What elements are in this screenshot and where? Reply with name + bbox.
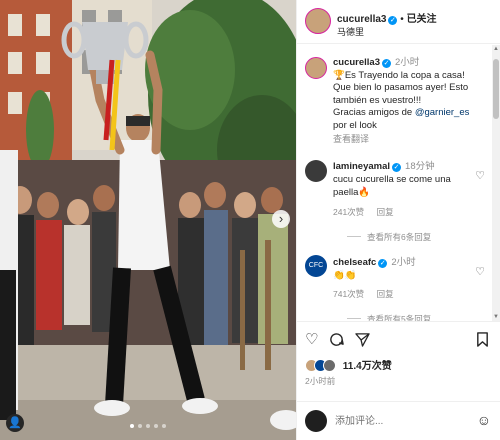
caption-username[interactable]: cucurella3 <box>333 57 380 68</box>
scroll-up-arrow-icon[interactable]: ▲ <box>492 45 500 53</box>
comment-like-heart-icon[interactable]: ♡ <box>475 265 485 278</box>
view-replies-link[interactable]: 查看所有5条回复 <box>347 313 431 321</box>
mention-link[interactable]: @garnier_es <box>415 107 470 118</box>
post-caption: cucurella3 ✓ 2小时 🏆Es Trayendo la copa a ca… <box>333 57 483 146</box>
bookmark-icon[interactable] <box>476 332 489 351</box>
carousel-dot <box>146 424 150 428</box>
likes-row[interactable]: 11.4万次赞 <box>305 357 392 373</box>
comments-list[interactable]: cucurella3 ✓ 2小时 🏆Es Trayendo la copa a ca… <box>297 45 500 321</box>
post-photo[interactable]: › 👤 <box>0 0 296 440</box>
separator-dot: • <box>400 14 404 25</box>
comment-reply-button[interactable]: 回复 <box>377 207 394 217</box>
bookmark-svg <box>477 332 488 347</box>
caption-time: 2小时 <box>395 57 420 68</box>
comment-icon[interactable] <box>329 332 344 351</box>
verified-badge-icon: ✓ <box>378 259 388 268</box>
carousel-dots <box>0 424 296 428</box>
post-location[interactable]: 马德里 <box>337 25 364 38</box>
author-line: cucurella3 ✓ • 已关注 <box>337 10 437 25</box>
carousel-dot <box>138 424 142 428</box>
carousel-dot <box>154 424 158 428</box>
liker-avatar <box>323 359 336 372</box>
comment-reply-button[interactable]: 回复 <box>377 289 394 299</box>
caption-text-line-4: por el look <box>333 119 377 131</box>
verified-badge-icon: ✓ <box>392 163 402 172</box>
comment-meta: 741次赞 回复 <box>333 288 404 300</box>
comment-item: chelseafc ✓ 2小时 👏👏 <box>333 256 473 282</box>
comment-time: 18分钟 <box>405 161 435 172</box>
commenter-avatar[interactable] <box>305 160 327 182</box>
carousel-dot <box>162 424 166 428</box>
comment-text: cucu cucurella se come una paella🔥 <box>333 174 451 198</box>
share-icon[interactable] <box>355 332 370 351</box>
post-header: cucurella3 ✓ • 已关注 马德里 <box>297 0 500 44</box>
comment-username[interactable]: lamineyamal <box>333 161 390 172</box>
caption-author-avatar[interactable] <box>305 57 327 79</box>
caption-text-line-2: Que bien lo pasamos ayer! Esto también e… <box>333 82 469 106</box>
comments-scrollbar[interactable]: ▲ ▼ <box>492 45 500 321</box>
emoji-icon[interactable]: ☺ <box>477 412 491 428</box>
heart-icon[interactable]: ♡ <box>305 332 318 348</box>
comment-likes[interactable]: 241次赞 <box>333 207 364 217</box>
caption-text-line-3: Gracias amigos de <box>333 107 415 118</box>
add-comment-bar: ☺ <box>297 401 500 440</box>
author-username[interactable]: cucurella3 <box>337 14 386 25</box>
verified-badge-icon: ✓ <box>382 59 391 68</box>
comment-likes[interactable]: 741次赞 <box>333 289 364 299</box>
post-actions: ♡ 11.4万次赞 2小时前 <box>297 321 500 401</box>
comment-item: lamineyamal ✓ 18分钟 cucu cucurella se come … <box>333 160 473 199</box>
scrollbar-thumb[interactable] <box>493 59 499 119</box>
post-side-panel: cucurella3 ✓ • 已关注 马德里 cucurella3 ✓ 2小时 🏆Es… <box>296 0 500 440</box>
next-image-arrow-icon[interactable]: › <box>272 210 290 228</box>
scroll-down-arrow-icon[interactable]: ▼ <box>492 313 500 321</box>
view-replies-link[interactable]: 查看所有6条回复 <box>347 231 431 243</box>
comment-bubble-svg <box>330 333 344 346</box>
comment-time: 2小时 <box>391 257 416 268</box>
likes-count[interactable]: 11.4万次赞 <box>343 361 392 372</box>
comment-text: 👏👏 <box>333 270 357 281</box>
tagged-users-icon[interactable]: 👤 <box>6 414 24 432</box>
comment-username[interactable]: chelseafc <box>333 257 376 268</box>
carousel-dot <box>130 424 134 428</box>
caption-text-line-1: 🏆Es Trayendo la copa a casa! <box>333 69 465 81</box>
follow-status-button[interactable]: 已关注 <box>407 14 437 25</box>
author-avatar[interactable] <box>305 8 331 34</box>
comment-like-heart-icon[interactable]: ♡ <box>475 169 485 182</box>
comment-meta: 241次赞 回复 <box>333 206 404 218</box>
current-user-avatar <box>305 410 327 432</box>
verified-badge-icon: ✓ <box>388 16 398 25</box>
post-timestamp[interactable]: 2小时前 <box>305 375 335 387</box>
share-plane-svg <box>355 333 370 347</box>
comment-input[interactable] <box>335 410 465 432</box>
commenter-avatar[interactable]: CFC <box>305 255 327 277</box>
photo-illustration <box>0 0 296 440</box>
see-translation-link[interactable]: 查看翻译 <box>333 133 483 146</box>
